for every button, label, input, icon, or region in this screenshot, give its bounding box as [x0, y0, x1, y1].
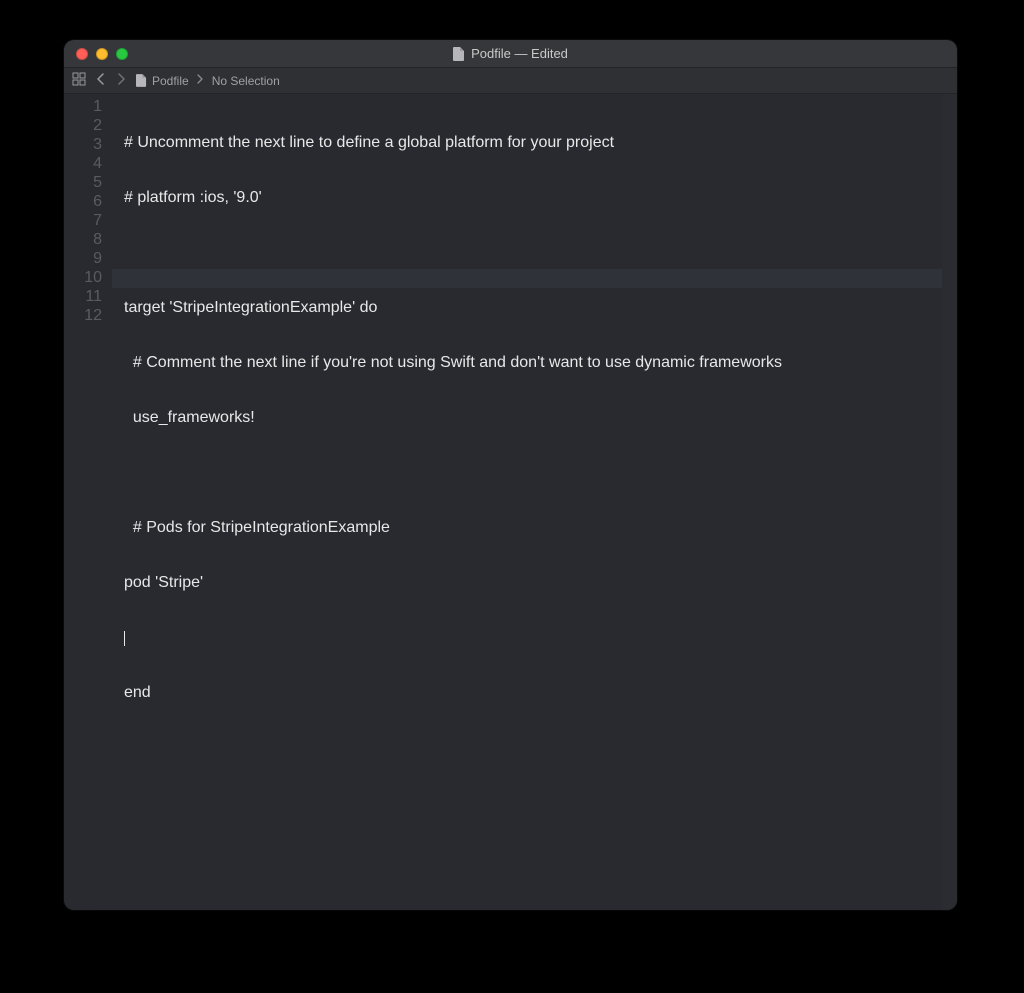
editor-area[interactable]: 1 2 3 4 5 6 7 8 9 10 11 12 # Uncomment t…	[64, 94, 957, 910]
line-number: 10	[64, 269, 102, 288]
path-bar: Podfile No Selection	[64, 68, 957, 94]
code-content[interactable]: # Uncomment the next line to define a gl…	[112, 94, 957, 910]
line-number: 8	[64, 231, 102, 250]
code-line[interactable]: pod 'Stripe'	[124, 574, 957, 593]
breadcrumb-selection[interactable]: No Selection	[212, 74, 280, 88]
line-number: 12	[64, 307, 102, 326]
breadcrumb-file[interactable]: Podfile	[136, 74, 189, 88]
line-number: 7	[64, 212, 102, 231]
line-number: 2	[64, 117, 102, 136]
minimize-window-button[interactable]	[96, 48, 108, 60]
traffic-lights	[64, 48, 128, 60]
window-title: Podfile — Edited	[64, 46, 957, 61]
titlebar[interactable]: Podfile — Edited	[64, 40, 957, 68]
code-line[interactable]: end	[124, 684, 957, 703]
line-number: 9	[64, 250, 102, 269]
code-line[interactable]	[124, 629, 957, 648]
zoom-window-button[interactable]	[116, 48, 128, 60]
code-line[interactable]: # Comment the next line if you're not us…	[124, 354, 957, 373]
nav-forward-button[interactable]	[115, 73, 128, 88]
breadcrumb-selection-label: No Selection	[212, 74, 280, 88]
line-number-gutter: 1 2 3 4 5 6 7 8 9 10 11 12	[64, 94, 112, 910]
code-line[interactable]	[124, 464, 957, 483]
code-line[interactable]: # Uncomment the next line to define a gl…	[124, 134, 957, 153]
line-number: 11	[64, 288, 102, 307]
text-cursor	[124, 631, 125, 646]
editor-window: Podfile — Edited Podfile No Selection	[64, 40, 957, 910]
breadcrumb-file-label: Podfile	[152, 74, 189, 88]
document-icon	[453, 47, 465, 61]
related-items-icon[interactable]	[72, 72, 86, 89]
code-line[interactable]	[124, 244, 957, 263]
line-number: 6	[64, 193, 102, 212]
document-icon	[136, 74, 147, 87]
code-line[interactable]: target 'StripeIntegrationExample' do	[124, 299, 957, 318]
code-line[interactable]: # Pods for StripeIntegrationExample	[124, 519, 957, 538]
line-number: 1	[64, 98, 102, 117]
line-number: 5	[64, 174, 102, 193]
code-line[interactable]: # platform :ios, '9.0'	[124, 189, 957, 208]
window-title-text: Podfile — Edited	[471, 46, 568, 61]
chevron-right-icon	[197, 74, 204, 87]
line-number: 4	[64, 155, 102, 174]
nav-back-button[interactable]	[94, 73, 107, 88]
code-line[interactable]: use_frameworks!	[124, 409, 957, 428]
line-number: 3	[64, 136, 102, 155]
close-window-button[interactable]	[76, 48, 88, 60]
code-line[interactable]	[124, 739, 957, 758]
